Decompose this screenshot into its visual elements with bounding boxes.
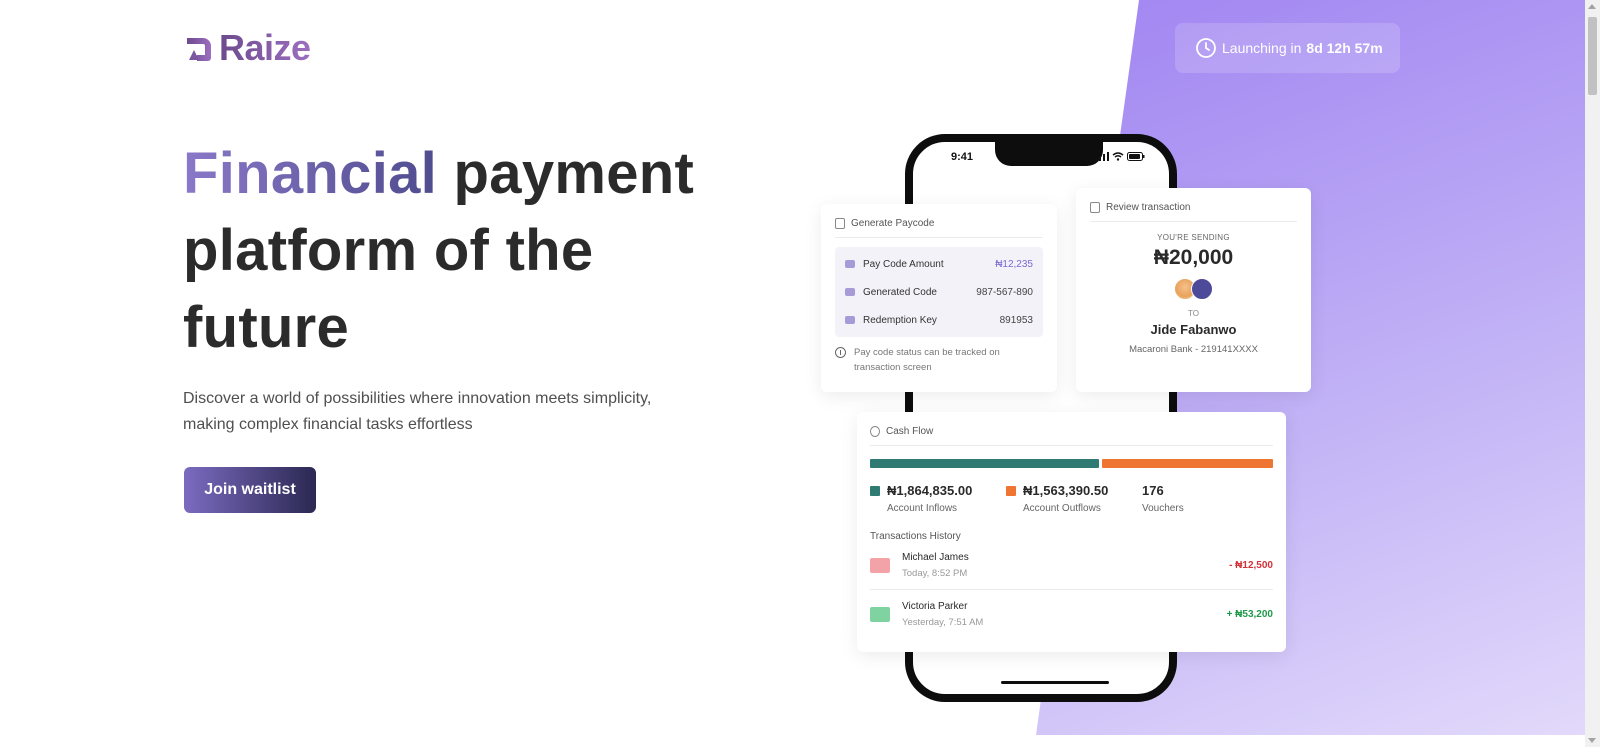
transaction-amount: - ₦12,500 — [1229, 560, 1273, 571]
cash-in-icon — [870, 606, 890, 622]
paycode-row-value: ₦12,235 — [995, 258, 1033, 270]
hero-title: Financial payment platform of the future — [183, 135, 743, 366]
scroll-up-arrow-icon[interactable] — [1588, 4, 1596, 9]
transaction-amount: + ₦53,200 — [1226, 608, 1273, 620]
sending-amount: ₦20,000 — [1153, 246, 1234, 269]
inflows-value: ₦1,864,835.00 — [887, 483, 973, 498]
scrollbar-thumb[interactable] — [1588, 17, 1597, 95]
brand-logo[interactable]: Raize — [183, 30, 311, 66]
inflow-bar — [870, 459, 1099, 468]
review-transaction-card: Review transaction YOU'RE SENDING ₦20,00… — [1076, 188, 1311, 392]
transaction-time: Yesterday, 7:51 AM — [902, 616, 984, 628]
hero-subtitle: Discover a world of possibilities where … — [183, 390, 652, 433]
key-icon — [845, 316, 855, 324]
vouchers-label: Vouchers — [1142, 503, 1184, 514]
phone-notch — [995, 140, 1103, 166]
paycode-row: Pay Code Amount ₦12,235 — [845, 250, 1033, 278]
recipient-bank: Macaroni Bank - 219141XXXX — [1129, 344, 1258, 355]
recipient-name: Jide Fabanwo — [1150, 322, 1237, 337]
signal-icon — [1095, 152, 1109, 161]
paycode-card-header: Generate Paycode — [835, 218, 1043, 238]
cash-out-icon — [870, 558, 890, 573]
avatar-group — [1173, 278, 1214, 302]
transaction-name: Michael James — [902, 552, 969, 563]
cash-card-title: Cash Flow — [886, 426, 934, 437]
inflows-swatch — [870, 486, 880, 496]
cash-flow-card: Cash Flow ₦1,864,835.00 Account Inflows … — [857, 412, 1286, 652]
phone-time: 9:41 — [951, 151, 974, 163]
vouchers-value: 176 — [1142, 483, 1164, 498]
review-card-header: Review transaction — [1090, 202, 1297, 222]
launch-prefix: Launching in — [1222, 40, 1302, 56]
info-icon — [835, 347, 846, 358]
outflows-swatch — [1006, 486, 1016, 496]
cash-card-header: Cash Flow — [870, 426, 1273, 446]
wifi-icon — [1112, 152, 1124, 161]
transaction-row[interactable]: Victoria Parker Yesterday, 7:51 AM + ₦53… — [870, 590, 1273, 638]
naira-icon — [870, 426, 880, 437]
outflows-label: Account Outflows — [1023, 503, 1101, 514]
copy-icon — [835, 218, 845, 229]
avatar — [1190, 278, 1213, 300]
outflows-value: ₦1,563,390.50 — [1023, 483, 1109, 498]
outflows-stat: ₦1,563,390.50 Account Outflows — [1006, 483, 1142, 514]
paycode-note: Pay code status can be tracked on transa… — [835, 345, 1043, 375]
hero-title-accent: Financial — [183, 141, 438, 206]
battery-icon — [1127, 152, 1145, 161]
paycode-row-value: 987-567-890 — [976, 286, 1033, 298]
paycode-note-text: Pay code status can be tracked on transa… — [854, 347, 1000, 373]
sending-label: YOU'RE SENDING — [1157, 233, 1230, 242]
phone-home-indicator — [1001, 681, 1109, 684]
paycode-row-label: Redemption Key — [863, 314, 937, 326]
paycode-row-label: Generated Code — [863, 286, 937, 298]
transactions-history-title: Transactions History — [870, 531, 961, 542]
paycode-row: Generated Code 987-567-890 — [845, 278, 1033, 306]
launch-countdown: 8d 12h 57m — [1306, 40, 1383, 56]
outflow-bar — [1101, 459, 1273, 468]
vouchers-stat: 176 Vouchers — [1142, 483, 1184, 514]
ticket-icon — [845, 288, 855, 296]
transactions-list: Michael James Today, 8:52 PM - ₦12,500 V… — [870, 542, 1273, 638]
page-scrollbar[interactable] — [1585, 0, 1600, 747]
cash-flow-bars — [870, 459, 1273, 468]
generate-paycode-card: Generate Paycode Pay Code Amount ₦12,235… — [821, 204, 1057, 392]
transaction-name: Victoria Parker — [902, 600, 968, 612]
to-label: TO — [1188, 309, 1199, 318]
paycode-card-title: Generate Paycode — [851, 218, 935, 229]
paycode-row-label: Pay Code Amount — [863, 258, 944, 270]
transaction-time: Today, 8:52 PM — [902, 568, 968, 579]
receipt-icon — [1090, 202, 1100, 213]
brand-name: Raize — [219, 27, 311, 68]
join-waitlist-button[interactable]: Join waitlist — [184, 467, 316, 513]
inflows-label: Account Inflows — [887, 503, 958, 514]
transaction-row[interactable]: Michael James Today, 8:52 PM - ₦12,500 — [870, 542, 1273, 590]
launch-countdown-badge: Launching in 8d 12h 57m — [1175, 23, 1400, 73]
paycode-details: Pay Code Amount ₦12,235 Generated Code 9… — [835, 247, 1043, 337]
scroll-down-arrow-icon[interactable] — [1588, 738, 1596, 743]
raize-logo-icon — [183, 32, 215, 64]
cash-flow-stats: ₦1,864,835.00 Account Inflows ₦1,563,390… — [870, 483, 1273, 514]
hero-background-panel — [1036, 0, 1585, 735]
review-card-title: Review transaction — [1106, 202, 1191, 213]
paycode-row: Redemption Key 891953 — [845, 306, 1033, 334]
phone-status-icons — [1095, 152, 1145, 161]
clock-icon — [1196, 38, 1216, 58]
paycode-row-value: 891953 — [999, 314, 1033, 326]
inflows-stat: ₦1,864,835.00 Account Inflows — [870, 483, 1006, 514]
page-bottom-edge — [0, 735, 1585, 747]
money-icon — [845, 260, 855, 268]
